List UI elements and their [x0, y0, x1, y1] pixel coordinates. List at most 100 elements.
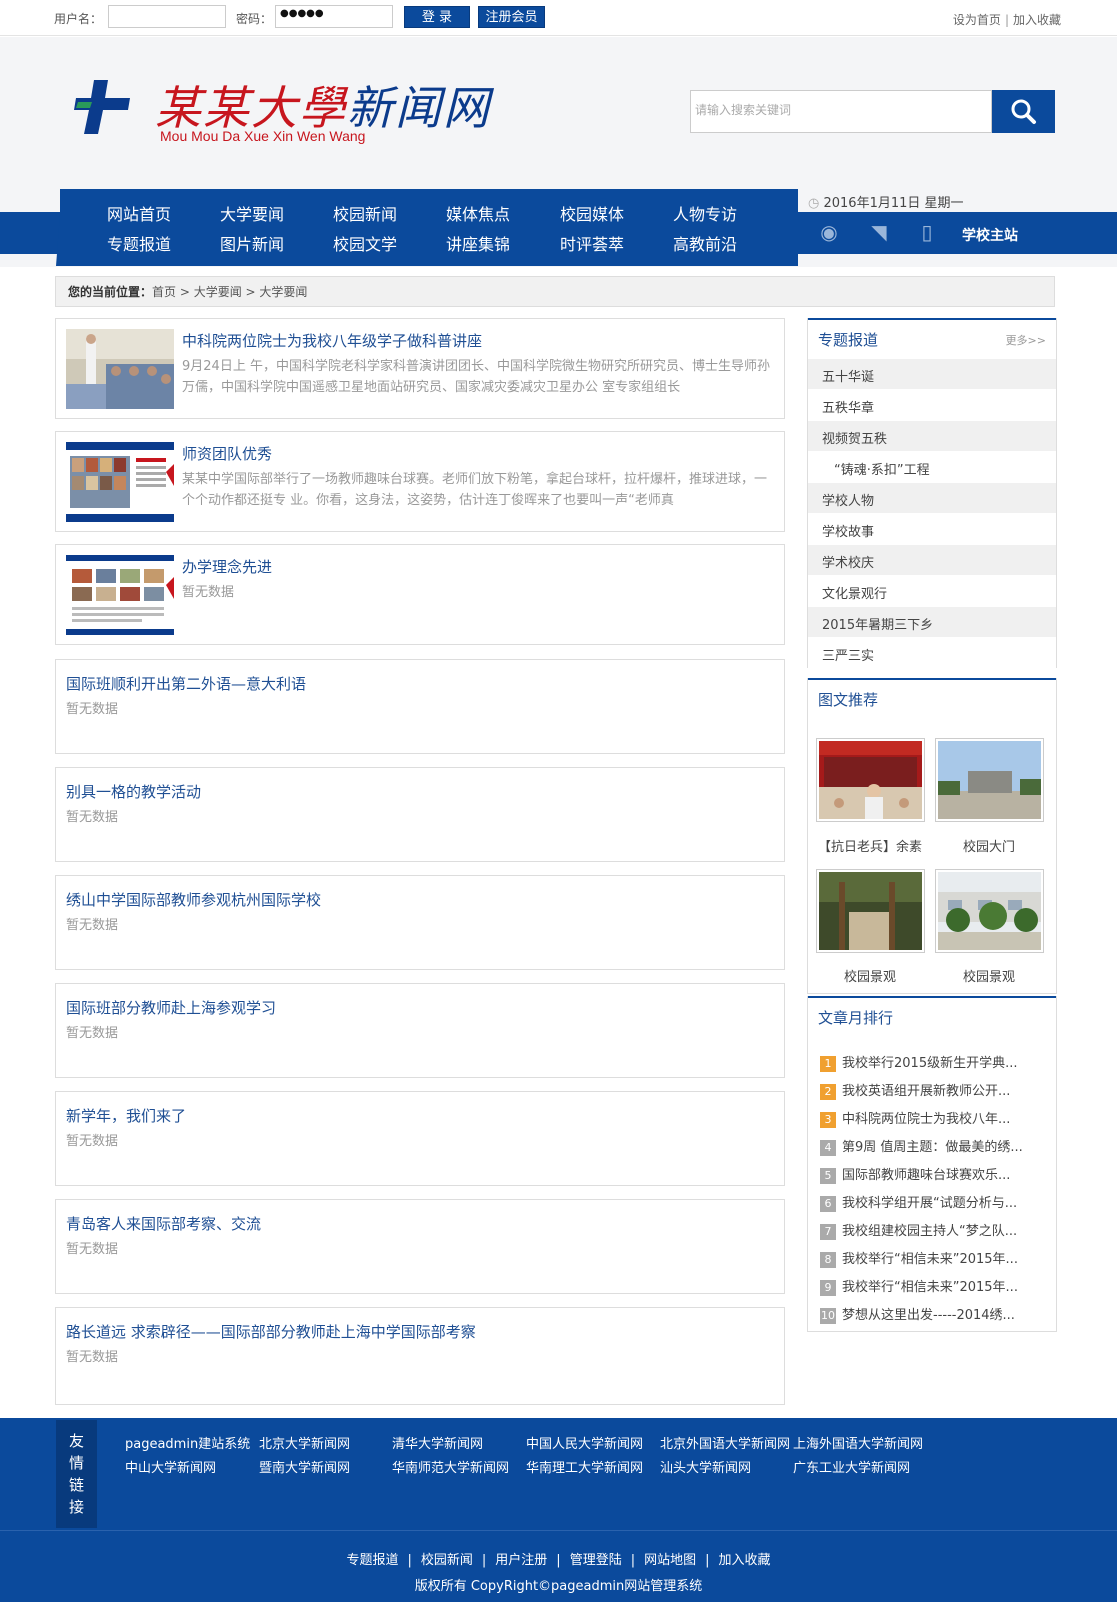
friend-link[interactable]: 暨南大学新闻网 — [259, 1457, 350, 1476]
login-button[interactable]: 登 录 — [404, 6, 470, 28]
search-button[interactable] — [992, 90, 1055, 133]
weibo-icon[interactable]: ◉ — [814, 220, 844, 246]
username-field[interactable] — [108, 5, 226, 28]
ranking-title[interactable]: 梦想从这里出发-----2014绣... — [842, 1308, 1015, 1323]
nav-item-commentary[interactable]: 时评荟萃 — [560, 231, 624, 255]
sidebar-item[interactable]: 视频贺五秩 — [808, 421, 1056, 451]
news-title[interactable]: 师资团队优秀 — [182, 443, 272, 464]
nav-item-campus-media[interactable]: 校园媒体 — [560, 201, 624, 225]
friend-link[interactable]: 北京大学新闻网 — [259, 1433, 350, 1452]
ranking-title[interactable]: 第9周 值周主题：做最美的绣... — [842, 1140, 1023, 1155]
news-item[interactable]: 中科院两位院士为我校八年级学子做科普讲座 9月24日上 午，中国科学院老科学家科… — [55, 318, 785, 419]
nav-item-special-reports[interactable]: 专题报道 — [107, 231, 171, 255]
ranking-item[interactable]: 9 我校举行“相信未来”2015年... — [820, 1276, 1018, 1296]
rss-icon[interactable]: ◥ — [864, 220, 894, 246]
monthly-ranking-title[interactable]: 文章月排行 — [818, 1009, 893, 1027]
friend-link[interactable]: 上海外国语大学新闻网 — [793, 1433, 923, 1452]
ranking-item[interactable]: 8 我校举行“相信未来”2015年... — [820, 1248, 1018, 1268]
picture-thumb[interactable] — [816, 869, 925, 953]
news-item[interactable]: 师资团队优秀 某某中学国际部举行了一场教师趣味台球赛。老师们放下粉笔，拿起台球杆… — [55, 431, 785, 532]
ranking-item[interactable]: 1 我校举行2015级新生开学典... — [820, 1052, 1017, 1072]
news-title[interactable]: 别具一格的教学活动 — [66, 781, 201, 802]
friend-link[interactable]: pageadmin建站系统 — [125, 1433, 250, 1452]
news-title[interactable]: 国际班部分教师赴上海参观学习 — [66, 997, 276, 1018]
news-title[interactable]: 办学理念先进 — [182, 556, 272, 577]
add-favorite-link[interactable]: 加入收藏 — [1013, 13, 1061, 27]
sidebar-item[interactable]: 学校故事 — [808, 514, 1056, 544]
friend-link[interactable]: 华南师范大学新闻网 — [392, 1457, 509, 1476]
ranking-title[interactable]: 中科院两位院士为我校八年... — [842, 1112, 1010, 1127]
ranking-title[interactable]: 我校组建校园主持人“梦之队... — [842, 1224, 1017, 1239]
news-title[interactable]: 中科院两位院士为我校八年级学子做科普讲座 — [182, 330, 482, 351]
sidebar-item[interactable]: 五秩华章 — [808, 390, 1056, 420]
ranking-item[interactable]: 7 我校组建校园主持人“梦之队... — [820, 1220, 1017, 1240]
news-item[interactable]: 国际班部分教师赴上海参观学习 暂无数据 — [55, 983, 785, 1078]
set-home-link[interactable]: 设为首页 — [953, 13, 1001, 27]
news-thumbnail[interactable] — [66, 442, 174, 522]
news-title[interactable]: 青岛客人来国际部考察、交流 — [66, 1213, 261, 1234]
news-item[interactable]: 办学理念先进 暂无数据 — [55, 544, 785, 645]
nav-item-campus-news[interactable]: 校园新闻 — [333, 201, 397, 225]
news-title[interactable]: 新学年，我们来了 — [66, 1105, 186, 1126]
friend-link[interactable]: 中山大学新闻网 — [125, 1457, 216, 1476]
ranking-item[interactable]: 5 国际部教师趣味台球赛欢乐... — [820, 1164, 1010, 1184]
nav-item-lectures[interactable]: 讲座集锦 — [446, 231, 510, 255]
sidebar-item[interactable]: “铸魂·系扣”工程 — [808, 452, 1056, 482]
ranking-item[interactable]: 6 我校科学组开展“试题分析与... — [820, 1192, 1017, 1212]
mobile-icon[interactable]: ▯ — [912, 220, 942, 246]
friend-link[interactable]: 广东工业大学新闻网 — [793, 1457, 910, 1476]
news-title[interactable]: 国际班顺利开出第二外语—意大利语 — [66, 673, 306, 694]
ranking-title[interactable]: 我校举行“相信未来”2015年... — [842, 1280, 1018, 1295]
footer-link-admin-login[interactable]: 管理登陆 — [570, 1553, 622, 1568]
picture-caption[interactable]: 校园大门 — [929, 836, 1049, 855]
nav-item-university-news[interactable]: 大学要闻 — [220, 201, 284, 225]
news-thumbnail[interactable] — [66, 329, 174, 409]
ranking-title[interactable]: 我校举行“相信未来”2015年... — [842, 1252, 1018, 1267]
friend-link[interactable]: 中国人民大学新闻网 — [526, 1433, 643, 1452]
logo-cross-icon[interactable] — [72, 78, 132, 134]
sidebar-item[interactable]: 学校人物 — [808, 483, 1056, 513]
ranking-item[interactable]: 4 第9周 值周主题：做最美的绣... — [820, 1136, 1023, 1156]
footer-link-favorite[interactable]: 加入收藏 — [719, 1553, 771, 1568]
nav-item-interviews[interactable]: 人物专访 — [673, 201, 737, 225]
nav-item-home[interactable]: 网站首页 — [107, 201, 171, 225]
sidebar-item[interactable]: 学术校庆 — [808, 545, 1056, 575]
friend-link[interactable]: 华南理工大学新闻网 — [526, 1457, 643, 1476]
news-item[interactable]: 新学年，我们来了 暂无数据 — [55, 1091, 785, 1186]
ranking-item[interactable]: 3 中科院两位院士为我校八年... — [820, 1108, 1010, 1128]
picture-recommend-title[interactable]: 图文推荐 — [818, 691, 878, 709]
register-button[interactable]: 注册会员 — [478, 6, 545, 28]
footer-link-special[interactable]: 专题报道 — [346, 1553, 398, 1568]
ranking-title[interactable]: 我校举行2015级新生开学典... — [842, 1056, 1017, 1071]
ranking-title[interactable]: 我校科学组开展“试题分析与... — [842, 1196, 1017, 1211]
friend-link[interactable]: 北京外国语大学新闻网 — [660, 1433, 790, 1452]
news-item[interactable]: 绣山中学国际部教师参观杭州国际学校 暂无数据 — [55, 875, 785, 970]
nav-item-higher-ed[interactable]: 高教前沿 — [673, 231, 737, 255]
friend-link[interactable]: 清华大学新闻网 — [392, 1433, 483, 1452]
news-title[interactable]: 路长道远 求索辟径——国际部部分教师赴上海中学国际部考察 — [66, 1321, 476, 1342]
sidebar-item[interactable]: 五十华诞 — [808, 359, 1056, 389]
news-thumbnail[interactable] — [66, 555, 174, 635]
picture-thumb[interactable] — [935, 869, 1044, 953]
ranking-item[interactable]: 2 我校英语组开展新教师公开... — [820, 1080, 1010, 1100]
special-reports-title[interactable]: 专题报道 — [818, 331, 878, 349]
footer-link-register[interactable]: 用户注册 — [495, 1553, 547, 1568]
nav-item-photo-news[interactable]: 图片新闻 — [220, 231, 284, 255]
school-main-link[interactable]: 学校主站 — [962, 225, 1018, 245]
password-field[interactable]: ●●●●● — [275, 5, 393, 28]
sidebar-item[interactable]: 三严三实 — [808, 638, 1056, 668]
footer-link-campus[interactable]: 校园新闻 — [421, 1553, 473, 1568]
news-item[interactable]: 国际班顺利开出第二外语—意大利语 暂无数据 — [55, 659, 785, 754]
friend-link[interactable]: 汕头大学新闻网 — [660, 1457, 751, 1476]
picture-caption[interactable]: 校园景观 — [810, 966, 930, 985]
ranking-item[interactable]: 10 梦想从这里出发-----2014绣... — [820, 1304, 1015, 1324]
picture-caption[interactable]: 【抗日老兵】余素 — [810, 836, 930, 855]
ranking-title[interactable]: 我校英语组开展新教师公开... — [842, 1084, 1010, 1099]
sidebar-item[interactable]: 2015年暑期三下乡 — [808, 607, 1056, 637]
breadcrumb-path[interactable]: 首页 > 大学要闻 > 大学要闻 — [152, 285, 307, 299]
more-link[interactable]: 更多>> — [1006, 332, 1046, 348]
picture-thumb[interactable] — [935, 738, 1044, 822]
footer-link-sitemap[interactable]: 网站地图 — [644, 1553, 696, 1568]
ranking-title[interactable]: 国际部教师趣味台球赛欢乐... — [842, 1168, 1010, 1183]
news-title[interactable]: 绣山中学国际部教师参观杭州国际学校 — [66, 889, 321, 910]
